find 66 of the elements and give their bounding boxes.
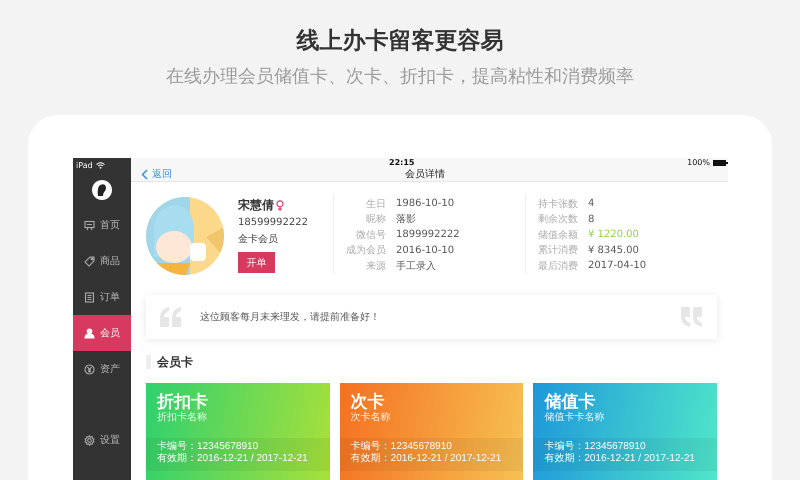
chevron-left-icon xyxy=(141,168,148,180)
back-link[interactable]: 返回 xyxy=(141,167,172,181)
card-title: 折扣卡 xyxy=(156,392,209,412)
sidebar-item[interactable]: 会员 xyxy=(73,315,131,351)
logo-icon xyxy=(92,180,112,200)
field-label: 来源 xyxy=(365,260,386,273)
sidebar-item[interactable]: 首页 xyxy=(73,207,131,243)
sidebar-item[interactable]: 设置 xyxy=(73,422,131,458)
field-value: ¥ 8345.00 xyxy=(588,244,639,256)
member-card[interactable]: 次卡 次卡名称 卡编号：12345678910 有效期：2016-12-21 / 2017-12-21 xyxy=(340,383,524,480)
field-label: 剩余次数 xyxy=(537,213,578,226)
note-text: 这位顾客每月末来理发，请提前准备好！ xyxy=(200,310,381,324)
open-order-button[interactable]: 开单 xyxy=(238,252,275,273)
carrier-name: iPad xyxy=(76,160,93,170)
female-icon xyxy=(276,200,284,210)
card-number: 卡编号：12345678910 xyxy=(544,441,647,452)
sidebar-item[interactable]: 订单 xyxy=(73,279,131,315)
field-value: ¥ 1220.00 xyxy=(588,229,639,240)
card-number: 卡编号：12345678910 xyxy=(350,441,453,452)
person-icon xyxy=(84,328,95,338)
battery-icon xyxy=(713,160,728,166)
field-label: 生日 xyxy=(365,198,386,211)
field-label: 微信号 xyxy=(355,228,386,242)
page-title: 会员详情 xyxy=(405,168,445,181)
field-value: 8 xyxy=(588,214,594,225)
field-label: 昵称 xyxy=(365,213,386,226)
field-value: 手工录入 xyxy=(396,260,436,273)
card-name: 折扣卡名称 xyxy=(156,412,208,424)
card-number: 卡编号：12345678910 xyxy=(157,441,260,452)
quote-open-icon xyxy=(160,307,182,327)
tag-icon xyxy=(84,256,95,266)
field-label: 最后消费 xyxy=(537,260,578,273)
field-value: 落影 xyxy=(396,212,416,226)
yen-circle-icon xyxy=(84,364,95,374)
battery-level: 100% xyxy=(687,158,710,167)
member-level: 金卡会员 xyxy=(238,232,279,247)
status-time: 22:15 xyxy=(389,158,414,167)
field-label: 成为会员 xyxy=(345,244,386,258)
sidebar-item[interactable]: 资产 xyxy=(73,351,131,387)
card-validity: 有效期：2016-12-21 / 2017-12-21 xyxy=(544,453,696,465)
field-label: 持卡张数 xyxy=(537,198,578,211)
member-name: 宋慧倩 xyxy=(238,196,274,214)
field-value: 4 xyxy=(588,198,594,210)
section-title: 会员卡 xyxy=(157,354,193,370)
field-value: 2017-04-10 xyxy=(588,260,646,272)
field-label: 累计消费 xyxy=(537,244,578,258)
wifi-icon xyxy=(96,162,105,168)
field-value: 1899992222 xyxy=(396,229,460,240)
list-icon xyxy=(84,292,95,302)
card-name: 储值卡卡名称 xyxy=(543,412,606,424)
gear-icon xyxy=(84,434,95,446)
card-validity: 有效期：2016-12-21 / 2017-12-21 xyxy=(157,453,309,465)
member-card[interactable]: 储值卡 储值卡卡名称 卡编号：12345678910 有效期：2016-12-21 / 2017-12-21 xyxy=(533,383,717,480)
card-title: 储值卡 xyxy=(543,392,596,412)
subheadline: 在线办理会员储值卡、次卡、折扣卡，提高粘性和消费频率 xyxy=(165,65,635,89)
chat-icon xyxy=(84,220,95,230)
member-phone: 18599992222 xyxy=(238,216,309,230)
quote-close-icon xyxy=(681,307,703,327)
card-name: 次卡名称 xyxy=(350,412,392,424)
sidebar-item[interactable]: 商品 xyxy=(73,243,131,279)
card-title: 次卡 xyxy=(350,392,386,412)
field-label: 储值余额 xyxy=(537,228,578,242)
card-validity: 有效期：2016-12-21 / 2017-12-21 xyxy=(350,453,502,465)
headline: 线上办卡留客更容易 xyxy=(295,27,504,56)
field-value: 1986-10-10 xyxy=(396,198,454,210)
field-value: 2016-10-10 xyxy=(396,244,454,256)
